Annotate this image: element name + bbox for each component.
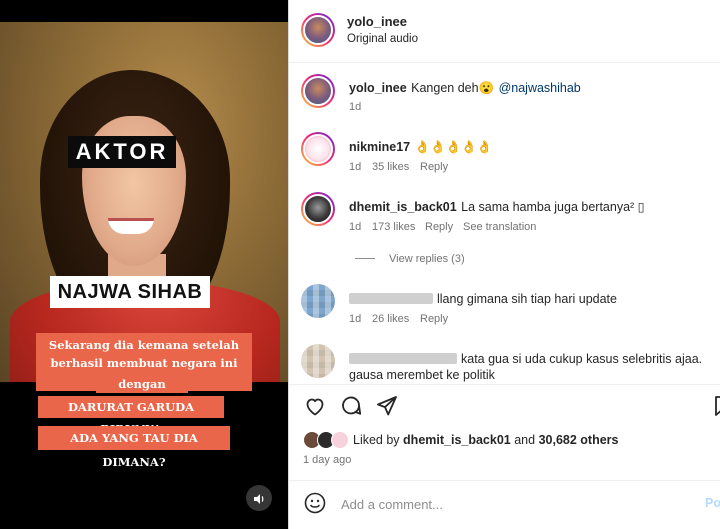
comment-row: dhemit_is_back01 La sama hamba juga bert… xyxy=(349,198,645,216)
comment-text: kata gua si uda cukup kasus selebritis a… xyxy=(461,352,703,366)
comment-input[interactable] xyxy=(341,494,641,514)
comment-text: llang gimana sih tiap hari update xyxy=(437,292,617,306)
see-translation-link[interactable]: See translation xyxy=(463,221,536,233)
blurred-username xyxy=(349,353,457,365)
comment-likes[interactable]: 173 likes xyxy=(372,221,415,233)
comment-icon xyxy=(342,396,362,415)
share-button[interactable] xyxy=(375,394,399,418)
liked-by-avatars[interactable] xyxy=(303,431,351,449)
comment-button[interactable] xyxy=(339,394,363,418)
mute-button[interactable] xyxy=(246,485,272,511)
heart-icon xyxy=(306,398,324,416)
comment-time: 1d xyxy=(349,161,362,173)
reply-button[interactable]: Reply xyxy=(420,161,448,173)
post-comment-button[interactable]: Po xyxy=(705,496,720,510)
comment-username[interactable]: dhemit_is_back01 xyxy=(349,200,457,214)
actions-divider xyxy=(289,384,720,385)
reply-button[interactable]: Reply xyxy=(425,221,453,233)
comment-avatar[interactable] xyxy=(301,284,335,318)
liked-by-others[interactable]: 30,682 others xyxy=(539,433,619,447)
post-author-username[interactable]: yolo_inee xyxy=(347,14,407,29)
post-author-avatar[interactable] xyxy=(301,13,335,47)
header-divider xyxy=(289,62,720,63)
caption-line-1: Sekarang dia kemana setelah xyxy=(48,338,240,352)
smiley-icon xyxy=(304,492,326,514)
video-frame xyxy=(0,22,288,382)
reply-button[interactable]: Reply xyxy=(420,313,448,325)
comment-username[interactable]: yolo_inee xyxy=(349,81,407,95)
caption-highlight-1: DARURAT GARUDA BIRUNYA xyxy=(38,396,224,436)
liked-by-and: and xyxy=(514,433,536,447)
comment-time: 1d xyxy=(349,101,362,113)
speaker-icon xyxy=(253,491,265,505)
liked-by-prefix: Liked by xyxy=(353,433,400,447)
comment-avatar[interactable] xyxy=(301,192,335,226)
comment-avatar[interactable] xyxy=(301,74,335,108)
save-button[interactable] xyxy=(711,394,720,418)
comment-avatar[interactable] xyxy=(301,344,335,378)
emoji-button[interactable] xyxy=(303,491,327,515)
send-icon xyxy=(377,396,397,416)
liked-by-line: Liked by dhemit_is_back01 and 30,682 oth… xyxy=(353,433,619,447)
comment-time: 1d xyxy=(349,313,362,325)
comment-time: 1d xyxy=(349,221,362,233)
reel-video[interactable]: AKTOR NAJWA SIHAB Sekarang dia kemana se… xyxy=(0,0,288,529)
comment-text-continued: gausa merembet ke politik xyxy=(349,368,495,382)
comment-row: llang gimana sih tiap hari update xyxy=(349,290,617,308)
overlay-label-name: NAJWA SIHAB xyxy=(50,276,210,308)
audio-label[interactable]: Original audio xyxy=(347,33,418,45)
replies-line xyxy=(355,258,375,259)
comment-likes[interactable]: 35 likes xyxy=(372,161,409,173)
like-button[interactable] xyxy=(303,394,327,418)
blurred-username xyxy=(349,293,433,305)
liker-avatar xyxy=(331,431,349,449)
comment-avatar[interactable] xyxy=(301,132,335,166)
post-side-panel: yolo_inee Original audio yolo_inee Kange… xyxy=(288,0,720,529)
comment-text: Kangen deh😮 xyxy=(411,81,495,95)
comment-row: kata gua si uda cukup kasus selebritis a… xyxy=(349,350,702,368)
view-replies-button[interactable]: View replies (3) xyxy=(389,253,465,265)
post-time[interactable]: 1 day ago xyxy=(303,454,351,466)
overlay-label-aktor: AKTOR xyxy=(68,136,176,168)
comment-text: La sama hamba juga bertanya² ▯ xyxy=(461,200,645,214)
comment-row: nikmine17 👌👌👌👌👌 xyxy=(349,138,492,156)
comment-username[interactable]: nikmine17 xyxy=(349,140,410,154)
comment-mention[interactable]: @najwashihab xyxy=(499,81,581,95)
comment-row: yolo_inee Kangen deh😮 @najwashihab xyxy=(349,79,581,97)
bookmark-icon xyxy=(715,396,720,416)
caption-highlight-2: ADA YANG TAU DIA DIMANA? xyxy=(38,426,230,469)
liked-by-user[interactable]: dhemit_is_back01 xyxy=(403,433,511,447)
caption-line-3: dengan xyxy=(96,375,188,393)
composer-divider xyxy=(289,480,720,481)
comment-text: 👌👌👌👌👌 xyxy=(414,140,493,154)
comment-likes[interactable]: 26 likes xyxy=(372,313,409,325)
